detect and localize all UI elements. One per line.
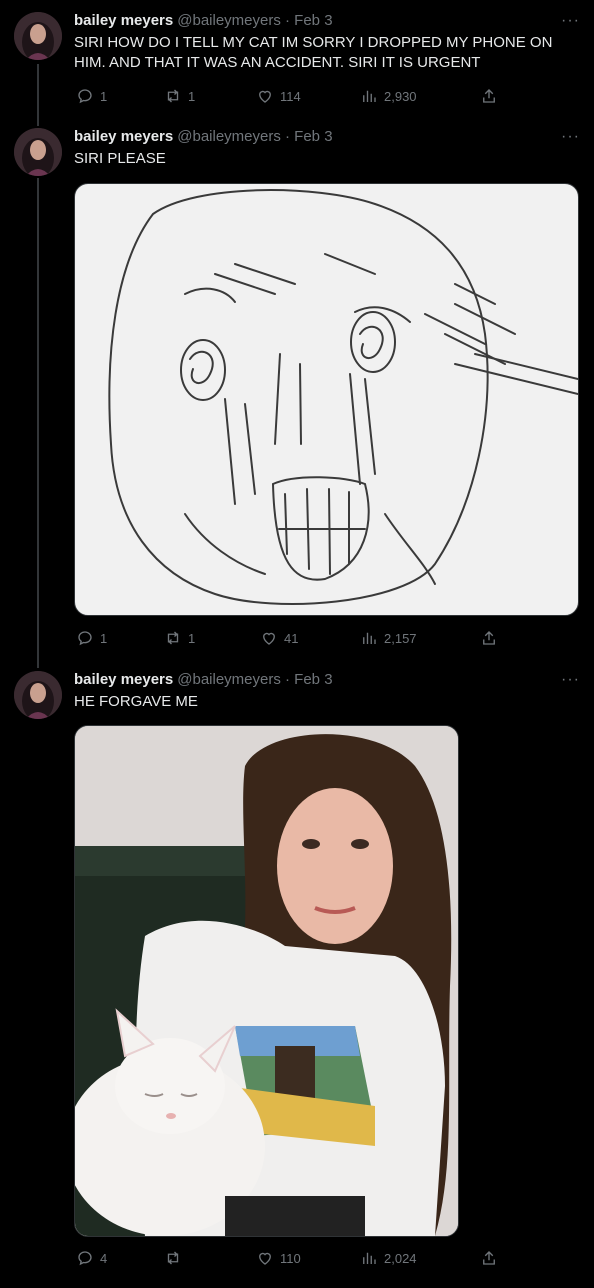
avatar[interactable] [14, 12, 62, 60]
avatar[interactable] [14, 128, 62, 176]
retweet-count: 1 [188, 88, 196, 104]
retweet-button[interactable]: 1 [164, 629, 195, 647]
like-count: 110 [280, 1250, 301, 1266]
views-icon [363, 90, 376, 102]
reply-icon [78, 89, 92, 104]
retweet-button[interactable] [164, 1249, 188, 1267]
avatar[interactable] [14, 671, 62, 719]
views-count: 2,024 [384, 1250, 417, 1266]
display-name[interactable]: bailey meyers [74, 671, 173, 688]
more-icon[interactable]: ··· [561, 13, 580, 29]
retweet-count: 1 [188, 630, 196, 646]
display-name[interactable]: bailey meyers [74, 128, 173, 145]
heart-icon [263, 632, 275, 645]
share-icon [483, 89, 495, 103]
avatar-image [14, 128, 62, 176]
retweet-icon [167, 631, 179, 645]
reply-button[interactable]: 4 [76, 1249, 107, 1267]
reply-icon [78, 631, 92, 646]
more-icon[interactable]: ··· [561, 129, 580, 145]
reply-button[interactable]: 1 [76, 629, 107, 647]
reply-count: 1 [100, 630, 108, 646]
display-name[interactable]: bailey meyers [74, 12, 173, 29]
tweet-text: SIRI PLEASE [74, 150, 166, 167]
views-button[interactable]: 2,157 [360, 629, 417, 647]
avatar-image [14, 12, 62, 60]
views-count: 2,157 [384, 630, 417, 646]
tweet-header: bailey meyers @baileymeyers · Feb 3 [74, 127, 333, 147]
handle-date[interactable]: @baileymeyers · Feb 3 [177, 128, 332, 145]
tweet-text: SIRI HOW DO I TELL MY CAT IM SORRY I DRO… [74, 34, 557, 71]
heart-icon [259, 1252, 271, 1265]
tweet-media-photo[interactable] [74, 725, 459, 1237]
tweet-header: bailey meyers @baileymeyers · Feb 3 [74, 11, 333, 31]
tweet-text: HE FORGAVE ME [74, 693, 198, 710]
action-bar: 1 1 41 2,157 [74, 628, 504, 648]
share-button[interactable] [480, 629, 498, 647]
handle-date[interactable]: @baileymeyers · Feb 3 [177, 12, 332, 29]
like-count: 41 [284, 630, 299, 646]
views-icon [363, 632, 376, 644]
reply-count: 1 [100, 88, 108, 104]
heart-icon [259, 90, 271, 103]
tweet-media-drawing[interactable] [74, 183, 579, 616]
handle-date[interactable]: @baileymeyers · Feb 3 [177, 671, 332, 688]
like-count: 114 [280, 88, 301, 104]
share-button[interactable] [480, 87, 498, 105]
avatar-image [14, 671, 62, 719]
views-button[interactable]: 2,024 [360, 1249, 417, 1267]
retweet-icon [167, 89, 179, 103]
action-bar: 1 1 114 2,930 [74, 86, 504, 106]
thread-line [37, 178, 39, 668]
reply-count: 4 [100, 1250, 108, 1266]
share-icon [483, 631, 495, 645]
thread-line [37, 64, 39, 126]
tweet-header: bailey meyers @baileymeyers · Feb 3 [74, 670, 333, 690]
views-button[interactable]: 2,930 [360, 87, 417, 105]
like-button[interactable]: 41 [260, 629, 298, 647]
action-bar: 4 110 2,024 [74, 1248, 504, 1268]
like-button[interactable]: 110 [256, 1249, 301, 1267]
like-button[interactable]: 114 [256, 87, 301, 105]
photo-woman-with-white-cat [75, 726, 458, 1236]
reply-button[interactable]: 1 [76, 87, 107, 105]
crying-face-drawing [108, 189, 578, 605]
retweet-icon [167, 1251, 179, 1265]
more-icon[interactable]: ··· [561, 672, 580, 688]
share-icon [483, 1251, 495, 1265]
retweet-button[interactable]: 1 [164, 87, 195, 105]
views-icon [363, 1252, 376, 1264]
reply-icon [78, 1251, 92, 1266]
views-count: 2,930 [384, 88, 417, 104]
share-button[interactable] [480, 1249, 498, 1267]
